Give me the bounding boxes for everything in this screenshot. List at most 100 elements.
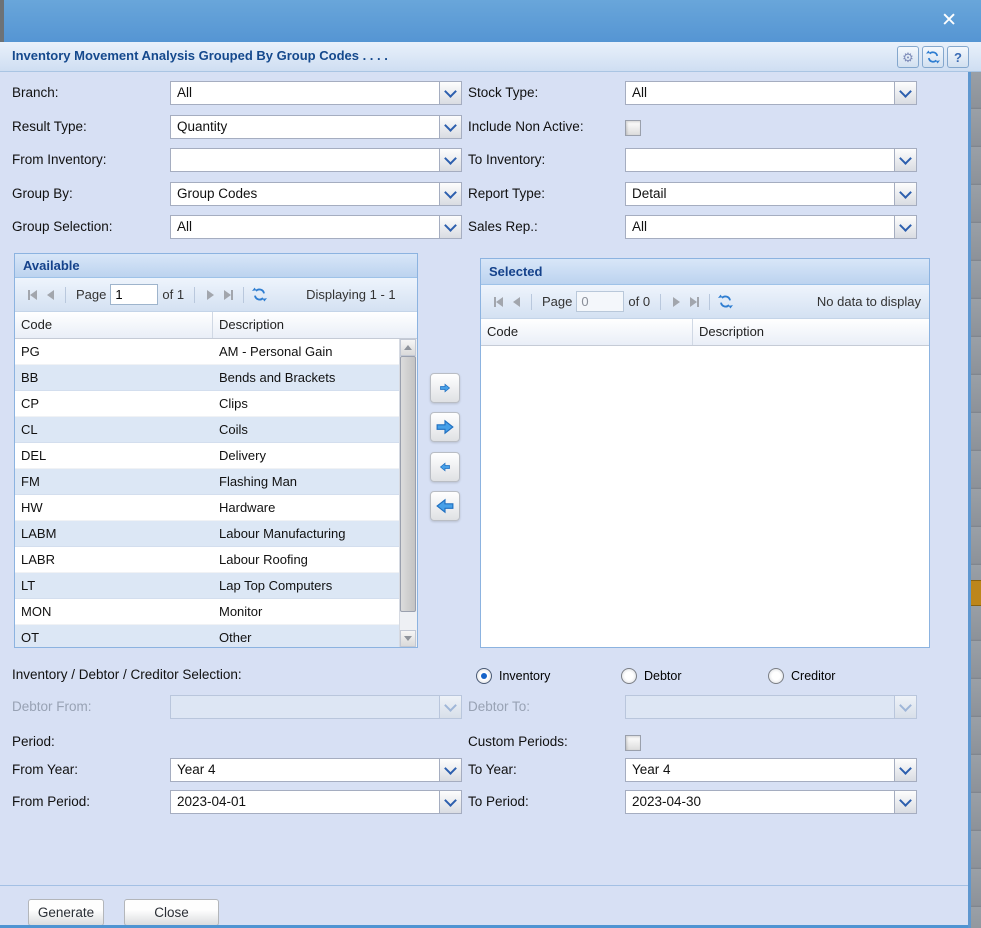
radio-debtor[interactable]: Debtor bbox=[621, 668, 682, 684]
first-page-button[interactable] bbox=[23, 286, 41, 304]
table-row[interactable]: LABR Labour Roofing bbox=[15, 547, 400, 573]
table-row[interactable]: CP Clips bbox=[15, 391, 400, 417]
first-page-button[interactable] bbox=[489, 293, 507, 311]
report-type-combo[interactable]: Detail bbox=[625, 182, 917, 206]
table-row[interactable]: CL Coils bbox=[15, 417, 400, 443]
table-row[interactable]: FM Flashing Man bbox=[15, 469, 400, 495]
prev-page-button[interactable] bbox=[507, 293, 525, 311]
arrow-right-icon bbox=[439, 382, 451, 394]
from-inventory-dropdown-trigger[interactable] bbox=[439, 149, 461, 171]
last-page-button[interactable] bbox=[219, 286, 237, 304]
last-page-button[interactable] bbox=[685, 293, 703, 311]
group-by-combo[interactable]: Group Codes bbox=[170, 182, 462, 206]
branch-value: All bbox=[171, 82, 439, 104]
group-selection-combo[interactable]: All bbox=[170, 215, 462, 239]
to-year-dropdown-trigger[interactable] bbox=[894, 759, 916, 781]
move-right-button[interactable] bbox=[430, 373, 460, 403]
debtor-from-value bbox=[171, 696, 439, 718]
table-row[interactable]: BB Bends and Brackets bbox=[15, 365, 400, 391]
stock-type-label: Stock Type: bbox=[468, 81, 538, 105]
to-inventory-label: To Inventory: bbox=[468, 148, 545, 172]
table-row[interactable]: MON Monitor bbox=[15, 599, 400, 625]
radio-creditor[interactable]: Creditor bbox=[768, 668, 835, 684]
branch-combo[interactable]: All bbox=[170, 81, 462, 105]
radio-button-icon bbox=[476, 668, 492, 684]
to-period-combo[interactable]: 2023-04-30 bbox=[625, 790, 917, 814]
sales-rep-dropdown-trigger[interactable] bbox=[894, 216, 916, 238]
close-icon[interactable]: ✕ bbox=[941, 9, 957, 33]
screen: ✕ Inventory Movement Analysis Grouped By… bbox=[0, 0, 981, 928]
next-page-button[interactable] bbox=[201, 286, 219, 304]
move-left-button[interactable] bbox=[430, 452, 460, 482]
debtor-from-label: Debtor From: bbox=[12, 695, 92, 719]
generate-button[interactable]: Generate bbox=[28, 899, 104, 926]
from-inventory-combo[interactable] bbox=[170, 148, 462, 172]
close-button[interactable]: Close bbox=[124, 899, 219, 926]
grid-refresh-button[interactable] bbox=[716, 293, 734, 311]
dialog-header: Inventory Movement Analysis Grouped By G… bbox=[0, 42, 981, 72]
stock-type-combo[interactable]: All bbox=[625, 81, 917, 105]
debtor-to-value bbox=[626, 696, 894, 718]
arrow-left-large-icon bbox=[436, 497, 454, 515]
grid-refresh-button[interactable] bbox=[250, 286, 268, 304]
from-period-combo[interactable]: 2023-04-01 bbox=[170, 790, 462, 814]
last-page-icon bbox=[690, 297, 697, 307]
from-period-dropdown-trigger[interactable] bbox=[439, 791, 461, 813]
to-inventory-dropdown-trigger[interactable] bbox=[894, 149, 916, 171]
settings-button[interactable]: ⚙ bbox=[897, 46, 919, 68]
group-by-dropdown-trigger[interactable] bbox=[439, 183, 461, 205]
table-row[interactable]: OT Other bbox=[15, 625, 400, 647]
available-column-headers: Code Description bbox=[15, 312, 417, 339]
group-selection-dropdown-trigger[interactable] bbox=[439, 216, 461, 238]
header-toolbar: ⚙ ? bbox=[897, 46, 969, 68]
to-period-dropdown-trigger[interactable] bbox=[894, 791, 916, 813]
from-period-value: 2023-04-01 bbox=[171, 791, 439, 813]
custom-periods-checkbox[interactable] bbox=[625, 735, 641, 751]
table-row[interactable]: DEL Delivery bbox=[15, 443, 400, 469]
available-scrollbar[interactable] bbox=[399, 339, 417, 647]
from-year-dropdown-trigger[interactable] bbox=[439, 759, 461, 781]
page-of-label: of 1 bbox=[162, 287, 184, 302]
to-year-combo[interactable]: Year 4 bbox=[625, 758, 917, 782]
refresh-button[interactable] bbox=[922, 46, 944, 68]
debtor-to-combo bbox=[625, 695, 917, 719]
include-non-active-checkbox[interactable] bbox=[625, 120, 641, 136]
dialog-titlebar[interactable]: ✕ bbox=[4, 0, 981, 42]
scroll-up-button[interactable] bbox=[400, 339, 416, 356]
help-button[interactable]: ? bbox=[947, 46, 969, 68]
scrollbar-thumb[interactable] bbox=[400, 356, 416, 612]
move-all-left-button[interactable] bbox=[430, 491, 460, 521]
chevron-down-icon bbox=[899, 85, 912, 98]
page-number-input[interactable] bbox=[110, 284, 158, 305]
last-page-icon bbox=[224, 290, 231, 300]
table-row[interactable]: HW Hardware bbox=[15, 495, 400, 521]
sales-rep-combo[interactable]: All bbox=[625, 215, 917, 239]
row-description: Bends and Brackets bbox=[213, 365, 400, 390]
result-type-combo[interactable]: Quantity bbox=[170, 115, 462, 139]
move-all-right-button[interactable] bbox=[430, 412, 460, 442]
stock-type-dropdown-trigger[interactable] bbox=[894, 82, 916, 104]
column-header-description[interactable]: Description bbox=[693, 319, 929, 345]
scroll-down-icon bbox=[404, 636, 412, 641]
table-row[interactable]: LABM Labour Manufacturing bbox=[15, 521, 400, 547]
column-header-description[interactable]: Description bbox=[213, 312, 417, 338]
row-description: Coils bbox=[213, 417, 400, 442]
table-row[interactable]: PG AM - Personal Gain bbox=[15, 339, 400, 365]
branch-dropdown-trigger[interactable] bbox=[439, 82, 461, 104]
scroll-down-button[interactable] bbox=[400, 630, 416, 647]
result-type-dropdown-trigger[interactable] bbox=[439, 116, 461, 138]
column-header-code[interactable]: Code bbox=[15, 312, 213, 338]
row-code: DEL bbox=[15, 443, 213, 468]
from-year-combo[interactable]: Year 4 bbox=[170, 758, 462, 782]
to-inventory-combo[interactable] bbox=[625, 148, 917, 172]
column-header-code[interactable]: Code bbox=[481, 319, 693, 345]
radio-inventory[interactable]: Inventory bbox=[476, 668, 550, 684]
page-number-input[interactable] bbox=[576, 291, 624, 312]
next-page-button[interactable] bbox=[667, 293, 685, 311]
from-inventory-value bbox=[171, 149, 439, 171]
chevron-down-icon bbox=[444, 119, 457, 132]
prev-page-button[interactable] bbox=[41, 286, 59, 304]
arrow-left-icon bbox=[439, 461, 451, 473]
report-type-dropdown-trigger[interactable] bbox=[894, 183, 916, 205]
table-row[interactable]: LT Lap Top Computers bbox=[15, 573, 400, 599]
